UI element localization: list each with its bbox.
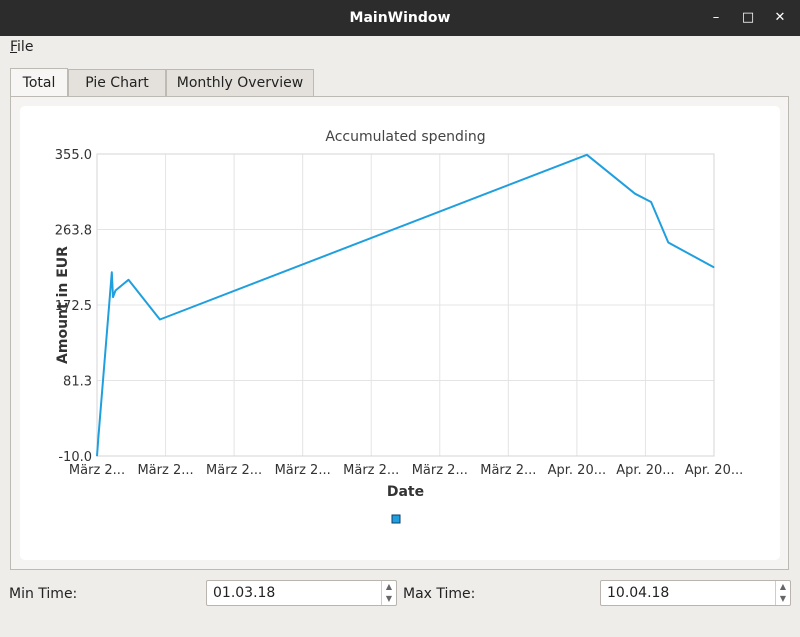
line-chart: Accumulated spending-10.081.3172.5263.83… bbox=[55, 129, 744, 524]
data-point bbox=[111, 271, 113, 273]
max-time-stepper[interactable]: ▲ ▼ bbox=[775, 581, 790, 605]
chart-view: Accumulated spending -10.0 81.3 172.5 263.8 3… bbox=[20, 106, 780, 560]
chevron-up-icon[interactable]: ▲ bbox=[382, 581, 396, 593]
maximize-button[interactable]: □ bbox=[738, 8, 758, 28]
tab-pane: Accumulated spending -10.0 81.3 172.5 263.8 3… bbox=[10, 96, 789, 570]
menu-file-label: ile bbox=[17, 39, 34, 55]
data-point bbox=[97, 438, 99, 440]
y-tick-label: 81.3 bbox=[63, 374, 92, 389]
y-tick-label: 263.8 bbox=[55, 223, 92, 238]
max-time-value: 10.04.18 bbox=[607, 585, 670, 601]
legend-marker bbox=[391, 514, 401, 524]
title-bar: MainWindow – □ ✕ bbox=[0, 0, 800, 36]
tab-pie-chart[interactable]: Pie Chart bbox=[68, 69, 166, 96]
chevron-up-icon[interactable]: ▲ bbox=[776, 581, 790, 593]
data-point bbox=[586, 154, 588, 156]
min-time-stepper[interactable]: ▲ ▼ bbox=[381, 581, 396, 605]
data-point bbox=[650, 201, 652, 203]
menu-file-mnemonic: F bbox=[10, 39, 18, 55]
close-button[interactable]: ✕ bbox=[770, 8, 790, 28]
data-point bbox=[713, 266, 715, 268]
data-point bbox=[112, 296, 114, 298]
x-tick-label: Apr. 20... bbox=[616, 463, 675, 478]
time-range-controls: Min Time: 01.03.18 ▲ ▼ Max Time: 10.04.1… bbox=[0, 580, 800, 610]
data-point bbox=[96, 455, 98, 457]
window-title: MainWindow bbox=[349, 10, 451, 26]
min-time-value: 01.03.18 bbox=[213, 585, 276, 601]
min-time-input[interactable]: 01.03.18 ▲ ▼ bbox=[206, 580, 397, 606]
x-tick-label: März 2... bbox=[275, 463, 331, 478]
tab-total[interactable]: Total bbox=[10, 68, 68, 97]
minimize-button[interactable]: – bbox=[706, 8, 726, 28]
data-point bbox=[159, 318, 161, 320]
x-tick-label: März 2... bbox=[343, 463, 399, 478]
x-tick-label: März 2... bbox=[480, 463, 536, 478]
menu-bar: File bbox=[0, 36, 800, 60]
chevron-down-icon[interactable]: ▼ bbox=[776, 593, 790, 605]
max-time-input[interactable]: 10.04.18 ▲ ▼ bbox=[600, 580, 791, 606]
max-time-label: Max Time: bbox=[403, 586, 476, 602]
y-axis-title: Amount in EUR bbox=[55, 246, 71, 364]
chevron-down-icon[interactable]: ▼ bbox=[382, 593, 396, 605]
y-tick-label: 355.0 bbox=[55, 148, 92, 163]
data-point bbox=[127, 279, 129, 281]
x-tick-label: März 2... bbox=[412, 463, 468, 478]
chart-title: Accumulated spending bbox=[325, 129, 485, 145]
menu-file[interactable]: File bbox=[10, 39, 33, 55]
data-point bbox=[667, 242, 669, 244]
min-time-label: Min Time: bbox=[9, 586, 78, 602]
x-tick-label: März 2... bbox=[206, 463, 262, 478]
x-tick-label: Apr. 20... bbox=[548, 463, 607, 478]
tab-monthly-overview[interactable]: Monthly Overview bbox=[166, 69, 314, 96]
x-tick-label: Apr. 20... bbox=[685, 463, 744, 478]
x-tick-label: März 2... bbox=[69, 463, 125, 478]
data-point bbox=[634, 193, 636, 195]
data-point bbox=[115, 290, 117, 292]
x-tick-label: März 2... bbox=[137, 463, 193, 478]
x-axis-title: Date bbox=[387, 484, 424, 500]
